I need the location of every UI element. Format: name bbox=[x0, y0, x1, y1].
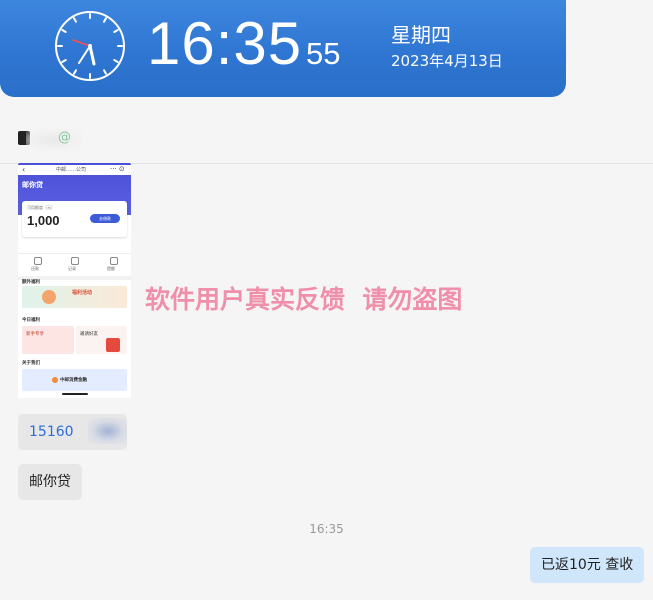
about-banner-text: 中邮消费金融 bbox=[60, 378, 87, 383]
contact-name-redacted[interactable]: @ bbox=[18, 129, 82, 151]
app-shortcut-row: 还款 记录 提额 bbox=[18, 253, 131, 280]
chat-window: 16:35 55 星期四 2023年4月13日 @ ‹ 中邮……公司 ··· ⊙… bbox=[0, 0, 653, 600]
app-nav-title: 中邮……公司 bbox=[56, 167, 87, 173]
app-nav-bar: ‹ 中邮……公司 ··· ⊙ bbox=[18, 165, 131, 175]
promo-tile: 邀请好友 bbox=[76, 326, 127, 354]
clock-date: 2023年4月13日 bbox=[391, 52, 503, 70]
back-icon: ‹ bbox=[22, 165, 26, 174]
clock-tick bbox=[113, 59, 119, 63]
promo-tile-text: 邀请好友 bbox=[80, 332, 98, 337]
message-bubble-text[interactable]: 邮你贷 bbox=[18, 464, 82, 500]
credit-limit-label: 可用额度（元） bbox=[27, 205, 55, 210]
redaction-blur bbox=[26, 129, 82, 151]
at-icon: @ bbox=[58, 130, 71, 145]
message-bubble-phone[interactable]: 15160 bbox=[18, 414, 127, 450]
section-title: 关于我们 bbox=[22, 361, 40, 366]
red-envelope-icon bbox=[106, 338, 120, 352]
shortcut-label: 记录 bbox=[68, 266, 76, 271]
about-banner: 中邮消费金融 bbox=[22, 369, 127, 391]
shared-image-message[interactable]: ‹ 中邮……公司 ··· ⊙ 邮你贷 可用额度（元） 1,000 去借款 还款 … bbox=[18, 163, 131, 398]
clock-banner: 16:35 55 星期四 2023年4月13日 bbox=[0, 0, 566, 97]
record-icon bbox=[71, 257, 79, 265]
clock-weekday: 星期四 bbox=[391, 23, 451, 47]
app-brand: 邮你贷 bbox=[22, 181, 43, 189]
message-bubble-outgoing[interactable]: 已返10元 查收 bbox=[530, 547, 645, 583]
company-logo-icon bbox=[52, 377, 58, 383]
section-title: 额外福利 bbox=[22, 280, 40, 285]
more-icon: ··· ⊙ bbox=[110, 165, 125, 173]
clock-time: 16:35 bbox=[147, 10, 303, 77]
home-indicator bbox=[62, 393, 88, 395]
promo-tile: 新手专享 bbox=[22, 326, 74, 354]
repay-icon bbox=[34, 257, 42, 265]
section-title: 今日福利 bbox=[22, 318, 40, 323]
phone-number-link[interactable]: 15160 bbox=[29, 424, 74, 440]
promo-tile-text: 新手专享 bbox=[26, 332, 44, 337]
promo-banner: 福利活动 bbox=[22, 286, 127, 308]
watermark-text: 软件用户真实反馈 请勿盗图 bbox=[145, 285, 463, 314]
raise-limit-icon bbox=[110, 257, 118, 265]
clock-tick bbox=[73, 17, 77, 23]
redaction-blur bbox=[88, 418, 127, 444]
message-timestamp: 16:35 bbox=[309, 522, 344, 536]
clock-tick bbox=[103, 69, 107, 75]
credit-limit-amount: 1,000 bbox=[27, 213, 60, 228]
shortcut-label: 还款 bbox=[31, 266, 39, 271]
promo-banner-text: 福利活动 bbox=[72, 290, 93, 296]
credit-card-panel: 可用额度（元） 1,000 去借款 bbox=[22, 201, 127, 237]
clock-tick bbox=[103, 17, 107, 23]
chat-header: @ bbox=[0, 97, 653, 164]
clock-tick bbox=[113, 29, 119, 33]
borrow-button: 去借款 bbox=[90, 214, 120, 223]
shortcut-label: 提额 bbox=[107, 266, 115, 271]
clock-tick bbox=[61, 59, 67, 63]
clock-seconds: 55 bbox=[306, 36, 341, 71]
clock-tick bbox=[73, 69, 77, 75]
clock-tick bbox=[61, 29, 67, 33]
promo-illustration bbox=[42, 290, 56, 304]
analog-clock-icon bbox=[55, 11, 125, 81]
